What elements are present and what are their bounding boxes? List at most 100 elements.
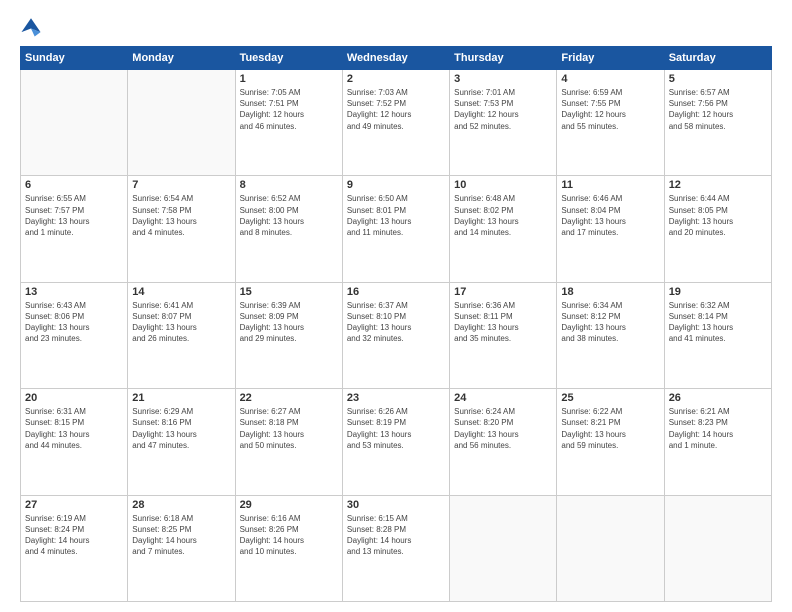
calendar-cell: 19 Sunrise: 6:32 AM Sunset: 8:14 PM Dayli… [664, 282, 771, 388]
day-number: 11 [561, 179, 659, 191]
week-row-3: 13 Sunrise: 6:43 AM Sunset: 8:06 PM Dayli… [21, 282, 772, 388]
calendar-cell: 16 Sunrise: 6:37 AM Sunset: 8:10 PM Dayli… [342, 282, 449, 388]
calendar-cell [664, 495, 771, 601]
calendar-cell: 17Sunrise: 6:36 AM Sunset: 8:11 PM Dayli… [450, 282, 557, 388]
calendar-cell: 15 Sunrise: 6:39 AM Sunset: 8:09 PM Dayli… [235, 282, 342, 388]
calendar-cell: 24 Sunrise: 6:24 AM Sunset: 8:20 PM Dayli… [450, 389, 557, 495]
weekday-header-friday: Friday [557, 47, 664, 70]
calendar-cell: 18 Sunrise: 6:34 AM Sunset: 8:12 PM Dayli… [557, 282, 664, 388]
day-info: Sunrise: 6:44 AM Sunset: 8:05 PM Dayligh… [669, 193, 767, 238]
day-number: 8 [240, 179, 338, 191]
calendar-cell: 7 Sunrise: 6:54 AM Sunset: 7:58 PM Daylig… [128, 176, 235, 282]
day-number: 21 [132, 392, 230, 404]
weekday-header-tuesday: Tuesday [235, 47, 342, 70]
day-number: 2 [347, 73, 445, 85]
week-row-5: 27 Sunrise: 6:19 AM Sunset: 8:24 PM Dayli… [21, 495, 772, 601]
day-info: Sunrise: 6:50 AM Sunset: 8:01 PM Dayligh… [347, 193, 445, 238]
week-row-4: 20Sunrise: 6:31 AM Sunset: 8:15 PM Dayli… [21, 389, 772, 495]
calendar-cell: 27 Sunrise: 6:19 AM Sunset: 8:24 PM Dayli… [21, 495, 128, 601]
day-info: Sunrise: 6:54 AM Sunset: 7:58 PM Dayligh… [132, 193, 230, 238]
day-number: 9 [347, 179, 445, 191]
weekday-header-sunday: Sunday [21, 47, 128, 70]
calendar-cell: 29 Sunrise: 6:16 AM Sunset: 8:26 PM Dayli… [235, 495, 342, 601]
calendar-cell: 26 Sunrise: 6:21 AM Sunset: 8:23 PM Dayli… [664, 389, 771, 495]
day-number: 18 [561, 286, 659, 298]
day-number: 23 [347, 392, 445, 404]
day-number: 30 [347, 499, 445, 511]
calendar-cell: 2Sunrise: 7:03 AM Sunset: 7:52 PM Daylig… [342, 70, 449, 176]
calendar-cell: 14 Sunrise: 6:41 AM Sunset: 8:07 PM Dayli… [128, 282, 235, 388]
day-number: 14 [132, 286, 230, 298]
calendar-cell: 20Sunrise: 6:31 AM Sunset: 8:15 PM Dayli… [21, 389, 128, 495]
day-info: Sunrise: 6:26 AM Sunset: 8:19 PM Dayligh… [347, 406, 445, 451]
weekday-header-wednesday: Wednesday [342, 47, 449, 70]
day-number: 25 [561, 392, 659, 404]
day-info: Sunrise: 6:21 AM Sunset: 8:23 PM Dayligh… [669, 406, 767, 451]
day-number: 26 [669, 392, 767, 404]
calendar-cell: 13 Sunrise: 6:43 AM Sunset: 8:06 PM Dayli… [21, 282, 128, 388]
week-row-2: 6Sunrise: 6:55 AM Sunset: 7:57 PM Daylig… [21, 176, 772, 282]
day-info: Sunrise: 7:05 AM Sunset: 7:51 PM Dayligh… [240, 87, 338, 132]
day-info: Sunrise: 6:31 AM Sunset: 8:15 PM Dayligh… [25, 406, 123, 451]
day-number: 15 [240, 286, 338, 298]
calendar-cell: 25 Sunrise: 6:22 AM Sunset: 8:21 PM Dayli… [557, 389, 664, 495]
day-number: 17 [454, 286, 552, 298]
calendar-cell: 21Sunrise: 6:29 AM Sunset: 8:16 PM Dayli… [128, 389, 235, 495]
day-info: Sunrise: 6:27 AM Sunset: 8:18 PM Dayligh… [240, 406, 338, 451]
day-info: Sunrise: 6:22 AM Sunset: 8:21 PM Dayligh… [561, 406, 659, 451]
calendar-cell: 5Sunrise: 6:57 AM Sunset: 7:56 PM Daylig… [664, 70, 771, 176]
day-number: 24 [454, 392, 552, 404]
calendar-cell: 23 Sunrise: 6:26 AM Sunset: 8:19 PM Dayli… [342, 389, 449, 495]
day-info: Sunrise: 6:24 AM Sunset: 8:20 PM Dayligh… [454, 406, 552, 451]
day-number: 10 [454, 179, 552, 191]
calendar-cell: 1 Sunrise: 7:05 AM Sunset: 7:51 PM Daylig… [235, 70, 342, 176]
calendar-cell: 28 Sunrise: 6:18 AM Sunset: 8:25 PM Dayli… [128, 495, 235, 601]
weekday-header-monday: Monday [128, 47, 235, 70]
day-number: 3 [454, 73, 552, 85]
day-number: 28 [132, 499, 230, 511]
day-info: Sunrise: 7:01 AM Sunset: 7:53 PM Dayligh… [454, 87, 552, 132]
day-info: Sunrise: 6:16 AM Sunset: 8:26 PM Dayligh… [240, 513, 338, 558]
day-number: 19 [669, 286, 767, 298]
calendar-cell: 3 Sunrise: 7:01 AM Sunset: 7:53 PM Daylig… [450, 70, 557, 176]
day-info: Sunrise: 6:19 AM Sunset: 8:24 PM Dayligh… [25, 513, 123, 558]
calendar-cell: 10 Sunrise: 6:48 AM Sunset: 8:02 PM Dayli… [450, 176, 557, 282]
calendar-cell: 12 Sunrise: 6:44 AM Sunset: 8:05 PM Dayli… [664, 176, 771, 282]
calendar-cell: 9 Sunrise: 6:50 AM Sunset: 8:01 PM Daylig… [342, 176, 449, 282]
week-row-1: 1 Sunrise: 7:05 AM Sunset: 7:51 PM Daylig… [21, 70, 772, 176]
calendar-cell [450, 495, 557, 601]
day-info: Sunrise: 6:57 AM Sunset: 7:56 PM Dayligh… [669, 87, 767, 132]
calendar-cell [557, 495, 664, 601]
day-info: Sunrise: 6:39 AM Sunset: 8:09 PM Dayligh… [240, 300, 338, 345]
day-info: Sunrise: 6:18 AM Sunset: 8:25 PM Dayligh… [132, 513, 230, 558]
logo [20, 16, 46, 38]
weekday-header-thursday: Thursday [450, 47, 557, 70]
calendar-cell: 8 Sunrise: 6:52 AM Sunset: 8:00 PM Daylig… [235, 176, 342, 282]
day-number: 13 [25, 286, 123, 298]
day-number: 16 [347, 286, 445, 298]
day-info: Sunrise: 6:48 AM Sunset: 8:02 PM Dayligh… [454, 193, 552, 238]
day-number: 29 [240, 499, 338, 511]
day-number: 6 [25, 179, 123, 191]
day-info: Sunrise: 6:41 AM Sunset: 8:07 PM Dayligh… [132, 300, 230, 345]
day-number: 1 [240, 73, 338, 85]
day-info: Sunrise: 6:52 AM Sunset: 8:00 PM Dayligh… [240, 193, 338, 238]
calendar-cell: 22Sunrise: 6:27 AM Sunset: 8:18 PM Dayli… [235, 389, 342, 495]
day-info: Sunrise: 6:32 AM Sunset: 8:14 PM Dayligh… [669, 300, 767, 345]
calendar-cell [21, 70, 128, 176]
day-info: Sunrise: 6:37 AM Sunset: 8:10 PM Dayligh… [347, 300, 445, 345]
day-info: Sunrise: 6:43 AM Sunset: 8:06 PM Dayligh… [25, 300, 123, 345]
day-number: 4 [561, 73, 659, 85]
calendar-cell [128, 70, 235, 176]
day-number: 27 [25, 499, 123, 511]
calendar-table: SundayMondayTuesdayWednesdayThursdayFrid… [20, 46, 772, 602]
weekday-header-saturday: Saturday [664, 47, 771, 70]
day-number: 7 [132, 179, 230, 191]
day-info: Sunrise: 6:34 AM Sunset: 8:12 PM Dayligh… [561, 300, 659, 345]
calendar-cell: 30 Sunrise: 6:15 AM Sunset: 8:28 PM Dayli… [342, 495, 449, 601]
day-number: 12 [669, 179, 767, 191]
calendar-cell: 4Sunrise: 6:59 AM Sunset: 7:55 PM Daylig… [557, 70, 664, 176]
page: SundayMondayTuesdayWednesdayThursdayFrid… [0, 0, 792, 612]
calendar-cell: 11Sunrise: 6:46 AM Sunset: 8:04 PM Dayli… [557, 176, 664, 282]
day-info: Sunrise: 6:15 AM Sunset: 8:28 PM Dayligh… [347, 513, 445, 558]
